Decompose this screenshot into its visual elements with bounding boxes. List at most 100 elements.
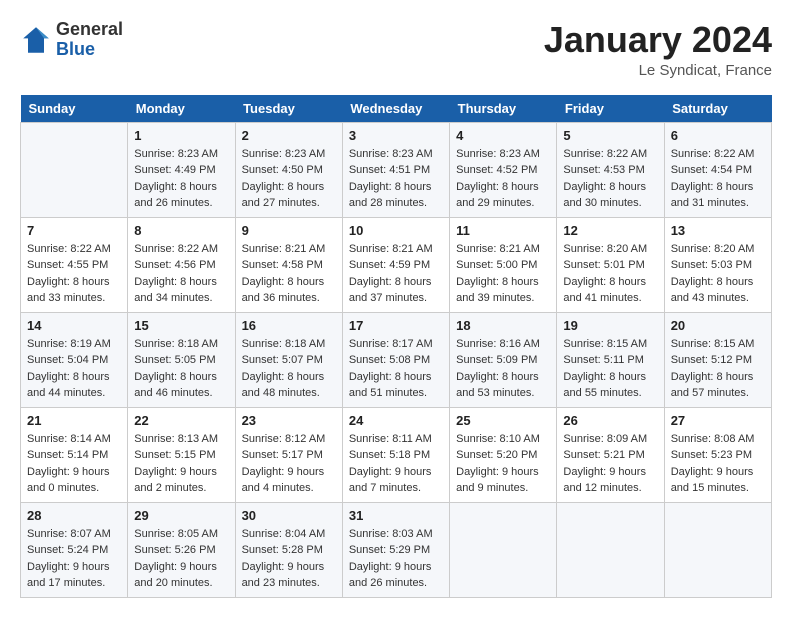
calendar-week-row: 21 Sunrise: 8:14 AMSunset: 5:14 PMDayligh… <box>21 407 772 502</box>
day-number: 20 <box>671 318 765 333</box>
location: Le Syndicat, France <box>544 62 772 79</box>
day-info: Sunrise: 8:22 AMSunset: 4:56 PMDaylight:… <box>134 241 228 307</box>
day-number: 11 <box>456 223 550 238</box>
day-number: 10 <box>349 223 443 238</box>
calendar-cell: 11 Sunrise: 8:21 AMSunset: 5:00 PMDayligh… <box>450 217 557 312</box>
day-number: 3 <box>349 128 443 143</box>
calendar-week-row: 28 Sunrise: 8:07 AMSunset: 5:24 PMDayligh… <box>21 502 772 597</box>
day-number: 7 <box>27 223 121 238</box>
weekday-header-row: SundayMondayTuesdayWednesdayThursdayFrid… <box>21 95 772 123</box>
day-number: 23 <box>242 413 336 428</box>
day-info: Sunrise: 8:17 AMSunset: 5:08 PMDaylight:… <box>349 336 443 402</box>
weekday-header: Thursday <box>450 95 557 123</box>
calendar-cell: 29Sunrise: 8:05 AMSunset: 5:26 PMDayligh… <box>128 502 235 597</box>
calendar-cell: 12Sunrise: 8:20 AMSunset: 5:01 PMDayligh… <box>557 217 664 312</box>
day-number: 13 <box>671 223 765 238</box>
day-info: Sunrise: 8:04 AMSunset: 5:28 PMDaylight:… <box>242 526 336 592</box>
weekday-header: Tuesday <box>235 95 342 123</box>
day-info: Sunrise: 8:22 AMSunset: 4:54 PMDaylight:… <box>671 146 765 212</box>
calendar-cell: 26 Sunrise: 8:09 AMSunset: 5:21 PMDayligh… <box>557 407 664 502</box>
day-number: 24 <box>349 413 443 428</box>
day-number: 26 <box>563 413 657 428</box>
day-number: 21 <box>27 413 121 428</box>
day-info: Sunrise: 8:18 AMSunset: 5:07 PMDaylight:… <box>242 336 336 402</box>
calendar-cell: 4Sunrise: 8:23 AMSunset: 4:52 PMDaylight… <box>450 122 557 217</box>
calendar-cell: 27 Sunrise: 8:08 AMSunset: 5:23 PMDayligh… <box>664 407 771 502</box>
calendar-cell: 16 Sunrise: 8:18 AMSunset: 5:07 PMDayligh… <box>235 312 342 407</box>
day-number: 8 <box>134 223 228 238</box>
calendar-cell: 31 Sunrise: 8:03 AMSunset: 5:29 PMDayligh… <box>342 502 449 597</box>
title-section: January 2024 Le Syndicat, France <box>544 20 772 79</box>
day-info: Sunrise: 8:21 AMSunset: 4:59 PMDaylight:… <box>349 241 443 307</box>
calendar-cell: 6 Sunrise: 8:22 AMSunset: 4:54 PMDaylight… <box>664 122 771 217</box>
day-number: 19 <box>563 318 657 333</box>
day-number: 15 <box>134 318 228 333</box>
calendar-cell: 3 Sunrise: 8:23 AMSunset: 4:51 PMDaylight… <box>342 122 449 217</box>
calendar-cell: 2 Sunrise: 8:23 AMSunset: 4:50 PMDaylight… <box>235 122 342 217</box>
day-number: 12 <box>563 223 657 238</box>
day-number: 28 <box>27 508 121 523</box>
day-info: Sunrise: 8:03 AMSunset: 5:29 PMDaylight:… <box>349 526 443 592</box>
day-info: Sunrise: 8:08 AMSunset: 5:23 PMDaylight:… <box>671 431 765 497</box>
logo-general-text: General <box>56 19 123 39</box>
day-number: 2 <box>242 128 336 143</box>
day-number: 17 <box>349 318 443 333</box>
day-number: 9 <box>242 223 336 238</box>
calendar-cell: 23 Sunrise: 8:12 AMSunset: 5:17 PMDayligh… <box>235 407 342 502</box>
day-info: Sunrise: 8:23 AMSunset: 4:49 PMDaylight:… <box>134 146 228 212</box>
weekday-header: Friday <box>557 95 664 123</box>
calendar-cell: 10 Sunrise: 8:21 AMSunset: 4:59 PMDayligh… <box>342 217 449 312</box>
calendar-week-row: 14 Sunrise: 8:19 AMSunset: 5:04 PMDayligh… <box>21 312 772 407</box>
calendar-cell: 18Sunrise: 8:16 AMSunset: 5:09 PMDayligh… <box>450 312 557 407</box>
calendar-cell: 21 Sunrise: 8:14 AMSunset: 5:14 PMDayligh… <box>21 407 128 502</box>
weekday-header: Saturday <box>664 95 771 123</box>
calendar-cell: 1 Sunrise: 8:23 AMSunset: 4:49 PMDaylight… <box>128 122 235 217</box>
day-info: Sunrise: 8:12 AMSunset: 5:17 PMDaylight:… <box>242 431 336 497</box>
day-info: Sunrise: 8:23 AMSunset: 4:52 PMDaylight:… <box>456 146 550 212</box>
day-number: 5 <box>563 128 657 143</box>
day-info: Sunrise: 8:15 AMSunset: 5:11 PMDaylight:… <box>563 336 657 402</box>
logo-text: General Blue <box>56 20 123 60</box>
calendar-cell: 30Sunrise: 8:04 AMSunset: 5:28 PMDayligh… <box>235 502 342 597</box>
day-number: 27 <box>671 413 765 428</box>
day-info: Sunrise: 8:23 AMSunset: 4:51 PMDaylight:… <box>349 146 443 212</box>
calendar-cell: 25 Sunrise: 8:10 AMSunset: 5:20 PMDayligh… <box>450 407 557 502</box>
day-info: Sunrise: 8:16 AMSunset: 5:09 PMDaylight:… <box>456 336 550 402</box>
day-number: 16 <box>242 318 336 333</box>
day-number: 6 <box>671 128 765 143</box>
day-number: 29 <box>134 508 228 523</box>
day-number: 31 <box>349 508 443 523</box>
day-info: Sunrise: 8:22 AMSunset: 4:55 PMDaylight:… <box>27 241 121 307</box>
calendar-cell: 15 Sunrise: 8:18 AMSunset: 5:05 PMDayligh… <box>128 312 235 407</box>
calendar-cell: 7 Sunrise: 8:22 AMSunset: 4:55 PMDaylight… <box>21 217 128 312</box>
day-info: Sunrise: 8:14 AMSunset: 5:14 PMDaylight:… <box>27 431 121 497</box>
calendar-table: SundayMondayTuesdayWednesdayThursdayFrid… <box>20 95 772 598</box>
calendar-cell: 20Sunrise: 8:15 AMSunset: 5:12 PMDayligh… <box>664 312 771 407</box>
day-info: Sunrise: 8:22 AMSunset: 4:53 PMDaylight:… <box>563 146 657 212</box>
day-info: Sunrise: 8:21 AMSunset: 5:00 PMDaylight:… <box>456 241 550 307</box>
month-title: January 2024 <box>544 20 772 60</box>
weekday-header: Sunday <box>21 95 128 123</box>
day-info: Sunrise: 8:20 AMSunset: 5:03 PMDaylight:… <box>671 241 765 307</box>
day-number: 22 <box>134 413 228 428</box>
day-info: Sunrise: 8:09 AMSunset: 5:21 PMDaylight:… <box>563 431 657 497</box>
calendar-week-row: 7 Sunrise: 8:22 AMSunset: 4:55 PMDaylight… <box>21 217 772 312</box>
day-info: Sunrise: 8:21 AMSunset: 4:58 PMDaylight:… <box>242 241 336 307</box>
day-info: Sunrise: 8:19 AMSunset: 5:04 PMDaylight:… <box>27 336 121 402</box>
calendar-cell: 13 Sunrise: 8:20 AMSunset: 5:03 PMDayligh… <box>664 217 771 312</box>
calendar-cell <box>557 502 664 597</box>
calendar-cell <box>450 502 557 597</box>
day-info: Sunrise: 8:13 AMSunset: 5:15 PMDaylight:… <box>134 431 228 497</box>
page-header: General Blue January 2024 Le Syndicat, F… <box>20 20 772 79</box>
calendar-cell: 9 Sunrise: 8:21 AMSunset: 4:58 PMDaylight… <box>235 217 342 312</box>
day-info: Sunrise: 8:07 AMSunset: 5:24 PMDaylight:… <box>27 526 121 592</box>
day-number: 25 <box>456 413 550 428</box>
day-number: 1 <box>134 128 228 143</box>
day-info: Sunrise: 8:18 AMSunset: 5:05 PMDaylight:… <box>134 336 228 402</box>
day-number: 14 <box>27 318 121 333</box>
day-info: Sunrise: 8:10 AMSunset: 5:20 PMDaylight:… <box>456 431 550 497</box>
calendar-cell: 8 Sunrise: 8:22 AMSunset: 4:56 PMDaylight… <box>128 217 235 312</box>
day-info: Sunrise: 8:23 AMSunset: 4:50 PMDaylight:… <box>242 146 336 212</box>
calendar-cell <box>21 122 128 217</box>
calendar-cell: 19 Sunrise: 8:15 AMSunset: 5:11 PMDayligh… <box>557 312 664 407</box>
